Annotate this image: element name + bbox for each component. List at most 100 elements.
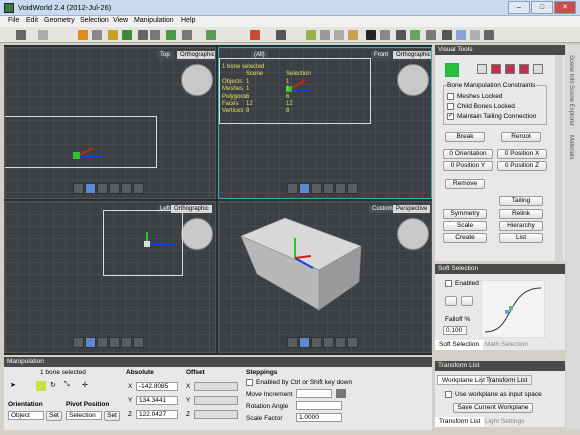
minimize-button[interactable]: – (508, 1, 530, 14)
cube-icon[interactable] (505, 64, 515, 74)
view-gizmo[interactable] (181, 64, 213, 96)
linear-curve-icon[interactable] (445, 296, 457, 306)
transform-axes[interactable] (137, 228, 183, 258)
menu-help[interactable]: Help (181, 17, 195, 24)
create-button[interactable]: Create (443, 233, 487, 243)
face-mode-icon[interactable] (306, 30, 316, 40)
undo-icon[interactable] (16, 30, 26, 40)
falloff-input[interactable]: 0.100 (443, 326, 467, 335)
offset-y-input[interactable] (194, 396, 238, 405)
textured-icon[interactable] (311, 337, 322, 348)
mirror-icon[interactable] (366, 30, 376, 40)
scale-icon[interactable]: ⤡ (64, 381, 74, 391)
view-gizmo[interactable] (181, 218, 213, 250)
pivot-set-button[interactable]: Set (104, 411, 120, 421)
lit-icon[interactable] (109, 183, 120, 194)
bone-display-icon[interactable] (121, 183, 132, 194)
menu-manipulation[interactable]: Manipulation (134, 17, 174, 24)
save-workplane-button[interactable]: Save Current Workplane (453, 403, 533, 413)
zero-orientation-button[interactable]: 0 Orientation (443, 149, 493, 159)
snap-icon[interactable] (166, 30, 176, 40)
vertex-mode-icon[interactable] (250, 30, 260, 40)
wireframe-icon[interactable] (73, 337, 84, 348)
break-button[interactable]: Break (445, 132, 485, 142)
maintain-tailing-checkbox[interactable]: ✓ (447, 113, 454, 120)
bone-display-icon[interactable] (335, 183, 346, 194)
snapshot-icon[interactable] (347, 183, 358, 194)
scale-tool-icon[interactable] (150, 30, 160, 40)
layer-icon[interactable] (206, 30, 216, 40)
bone-tool-icon[interactable] (445, 63, 459, 77)
reroot-button[interactable]: Reroot (501, 132, 541, 142)
edge-mode-icon[interactable] (276, 30, 286, 40)
move-increment-input[interactable] (296, 389, 332, 398)
material-icon[interactable] (348, 30, 358, 40)
list-button[interactable]: List (499, 233, 543, 243)
snapshot-icon[interactable] (347, 337, 358, 348)
snapshot-icon[interactable] (133, 183, 144, 194)
snapshot-icon[interactable] (133, 337, 144, 348)
viewport-left[interactable]: Left Orthographic (4, 201, 216, 353)
view-gizmo[interactable] (397, 218, 429, 250)
light-icon[interactable] (442, 30, 452, 40)
tab-soft-selection[interactable]: Soft Selection (435, 340, 484, 350)
options-icon[interactable] (484, 30, 494, 40)
tab-light-settings[interactable]: Light Settings (481, 417, 528, 427)
orientation-set-button[interactable]: Set (46, 411, 62, 421)
tab-materials[interactable]: Materials (568, 135, 574, 159)
wireframe-icon[interactable] (287, 183, 298, 194)
tab-transform-list[interactable]: Transform List (481, 375, 533, 385)
menu-edit[interactable]: Edit (26, 17, 38, 24)
move-tool-icon[interactable] (108, 30, 118, 40)
meshes-locked-checkbox[interactable] (447, 93, 454, 100)
falloff-curve[interactable] (481, 280, 545, 338)
object-mode-icon[interactable] (320, 30, 330, 40)
absolute-z-input[interactable]: 122.0427 (136, 410, 178, 419)
cube-icon[interactable] (477, 64, 487, 74)
stepping-enabled-checkbox[interactable] (246, 379, 253, 386)
textured-icon[interactable] (97, 337, 108, 348)
wireframe-icon[interactable] (287, 337, 298, 348)
box-mesh[interactable] (239, 216, 379, 316)
extrude-icon[interactable] (396, 30, 406, 40)
cube-icon[interactable] (519, 64, 529, 74)
tab-transform-list-bottom[interactable]: Transform List (435, 417, 485, 427)
transform-axes[interactable] (63, 138, 113, 168)
menu-file[interactable]: File (8, 17, 19, 24)
uv-icon[interactable] (470, 30, 480, 40)
absolute-x-input[interactable]: -142.8085 (136, 382, 178, 391)
absolute-y-input[interactable]: 134.3441 (136, 396, 178, 405)
menu-view[interactable]: View (113, 17, 128, 24)
shaded-icon[interactable] (299, 183, 310, 194)
pointer-icon[interactable]: ➤ (10, 381, 20, 391)
remove-button[interactable]: Remove (445, 179, 485, 189)
tab-math-selection[interactable]: Math Selection (481, 340, 532, 350)
lit-icon[interactable] (323, 183, 334, 194)
zero-position-y-button[interactable]: 0 Position Y (443, 161, 493, 171)
view-gizmo[interactable] (397, 64, 429, 96)
close-button[interactable]: ✕ (554, 1, 576, 14)
move-icon[interactable] (36, 381, 46, 391)
lasso-icon[interactable] (92, 30, 102, 40)
use-workplane-checkbox[interactable] (445, 391, 452, 398)
smooth-curve-icon[interactable] (461, 296, 473, 306)
textured-icon[interactable] (97, 183, 108, 194)
scale-button[interactable]: Scale (443, 221, 487, 231)
offset-z-input[interactable] (194, 410, 238, 419)
hierarchy-button[interactable]: Hierarchy (499, 221, 543, 231)
shaded-icon[interactable] (85, 337, 96, 348)
tab-scene-info[interactable]: Scene Info (568, 55, 574, 84)
scale-factor-input[interactable]: 1.0000 (296, 413, 342, 422)
lit-icon[interactable] (323, 337, 334, 348)
viewport-top[interactable]: Top Orthographic (4, 47, 216, 199)
redo-icon[interactable] (38, 30, 48, 40)
zero-position-x-button[interactable]: 0 Position X (497, 149, 547, 159)
relink-button[interactable]: Relink (499, 209, 543, 219)
wireframe-icon[interactable] (73, 183, 84, 194)
select-icon[interactable] (78, 30, 88, 40)
weld-icon[interactable] (380, 30, 390, 40)
projection-label[interactable]: Perspective (393, 205, 431, 213)
projection-label[interactable]: Orthographic (177, 51, 215, 59)
texture-icon[interactable] (456, 30, 466, 40)
shaded-icon[interactable] (85, 183, 96, 194)
